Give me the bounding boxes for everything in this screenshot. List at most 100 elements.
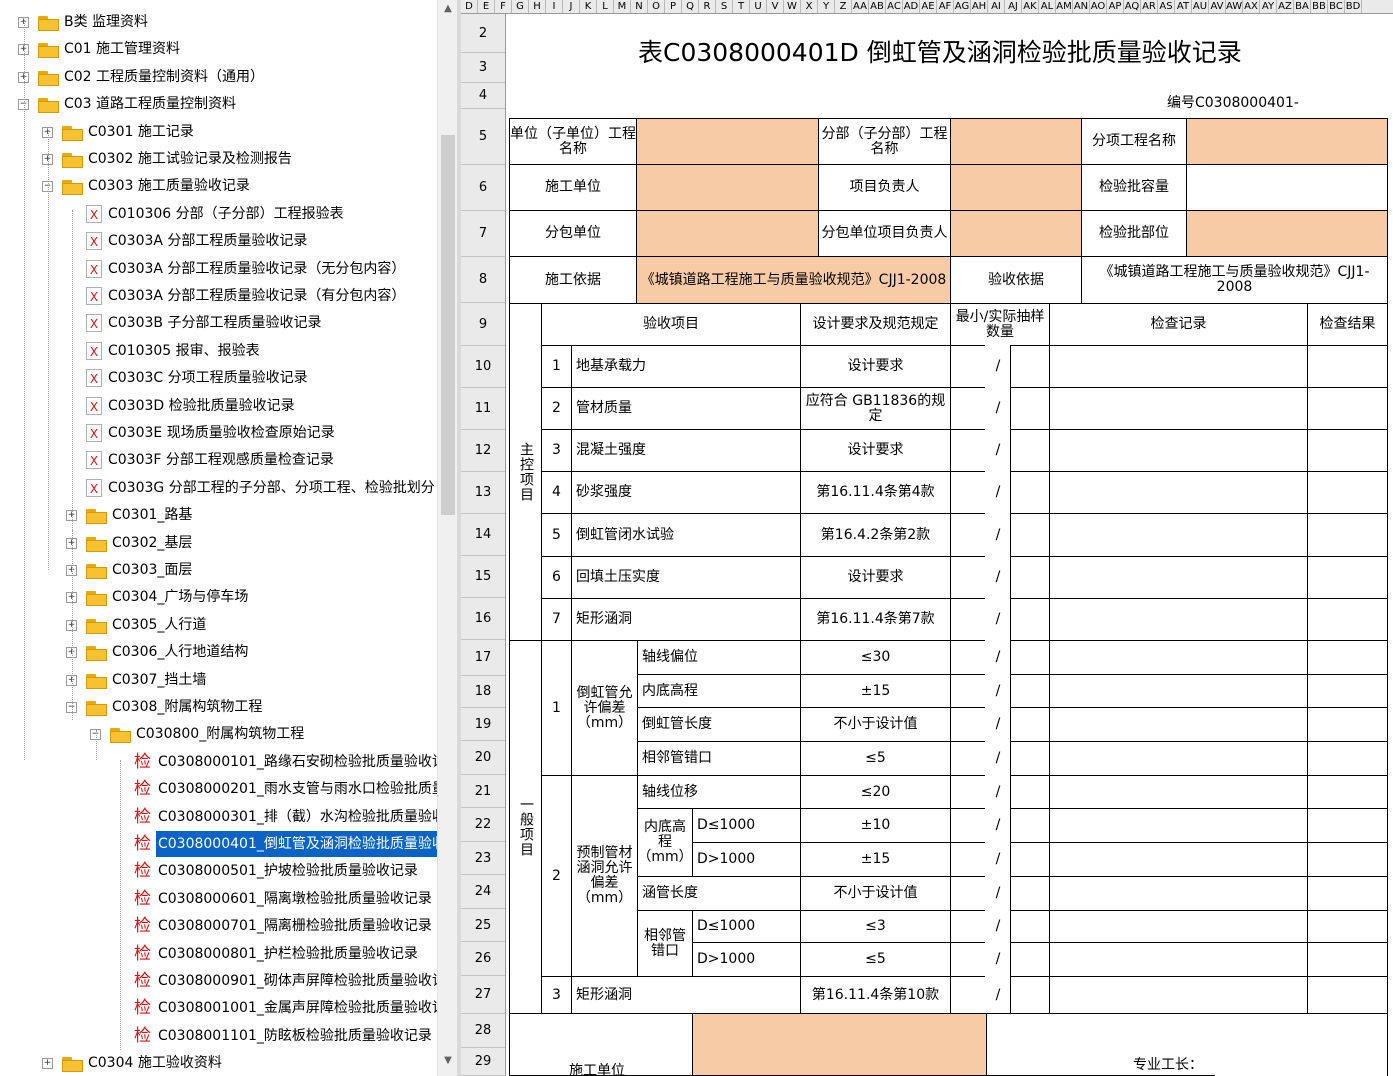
- check-result[interactable]: [1307, 640, 1388, 675]
- column-header-cell[interactable]: AN: [1073, 0, 1090, 13]
- row-header-cell[interactable]: 9: [461, 303, 505, 346]
- row-header-cell[interactable]: 13: [461, 472, 505, 514]
- row-header-cell[interactable]: 10: [461, 346, 505, 388]
- sample-min[interactable]: [950, 775, 986, 809]
- column-header-cell[interactable]: W: [784, 0, 801, 13]
- column-header-cell[interactable]: Q: [682, 0, 699, 13]
- sample-actual[interactable]: [1010, 513, 1050, 557]
- check-result[interactable]: [1307, 556, 1388, 599]
- row-header-cell[interactable]: 17: [461, 640, 505, 676]
- tree-item[interactable]: C0306_人行地道结构: [86, 639, 250, 665]
- column-header-cell[interactable]: AL: [1039, 0, 1056, 13]
- sample-min[interactable]: [950, 640, 986, 675]
- form-input[interactable]: [636, 118, 819, 165]
- scroll-up-icon[interactable]: ▲: [438, 0, 458, 18]
- tree-item[interactable]: X C0303A 分部工程质量验收记录: [86, 228, 309, 254]
- column-header-cell[interactable]: AH: [971, 0, 988, 13]
- check-record[interactable]: [1049, 513, 1308, 557]
- row-header-cell[interactable]: 28: [461, 1014, 505, 1048]
- column-header-cell[interactable]: AI: [988, 0, 1005, 13]
- tree-scrollbar[interactable]: ▲ ▼: [437, 0, 458, 1076]
- row-header-cell[interactable]: 20: [461, 741, 505, 775]
- tree-item[interactable]: C0302 施工试验记录及检测报告: [62, 146, 294, 172]
- check-record[interactable]: [1049, 775, 1308, 809]
- sample-actual[interactable]: [1010, 707, 1050, 742]
- column-header-cell[interactable]: AX: [1243, 0, 1260, 13]
- tree-item[interactable]: X C0303F 分部工程观感质量检查记录: [86, 447, 336, 473]
- tree-item[interactable]: 检 C0308000701_隔离栅检验批质量验收记录: [134, 913, 434, 939]
- check-result[interactable]: [1307, 876, 1388, 911]
- column-header-cell[interactable]: N: [631, 0, 648, 13]
- check-result[interactable]: [1307, 471, 1388, 514]
- sample-min[interactable]: [950, 842, 986, 877]
- row-header-cell[interactable]: 22: [461, 808, 505, 842]
- form-input[interactable]: [950, 164, 1082, 211]
- column-header-cell[interactable]: AO: [1090, 0, 1107, 13]
- tree-item[interactable]: C0308_附属构筑物工程: [86, 694, 264, 720]
- column-header-cell[interactable]: L: [597, 0, 614, 13]
- check-record[interactable]: [1049, 976, 1308, 1014]
- check-record[interactable]: [1049, 808, 1308, 843]
- column-header-cell[interactable]: AM: [1056, 0, 1073, 13]
- tree-item[interactable]: C0303 施工质量验收记录: [62, 173, 252, 199]
- sample-actual[interactable]: [1010, 942, 1050, 977]
- sample-actual[interactable]: [1010, 345, 1050, 388]
- row-header-cell[interactable]: 2: [461, 14, 505, 53]
- sample-min[interactable]: [950, 741, 986, 776]
- sample-min[interactable]: [950, 910, 986, 943]
- tree-item[interactable]: X C010306 分部（子分部）工程报验表: [86, 201, 346, 227]
- column-header-cell[interactable]: O: [648, 0, 665, 13]
- column-header-cell[interactable]: AY: [1260, 0, 1277, 13]
- sample-actual[interactable]: [1010, 741, 1050, 776]
- tree-item[interactable]: X C0303A 分部工程质量验收记录（有分包内容）: [86, 283, 407, 309]
- column-header-cell[interactable]: BD: [1345, 0, 1362, 13]
- column-header-cell[interactable]: AP: [1107, 0, 1124, 13]
- column-header-cell[interactable]: K: [580, 0, 597, 13]
- tree-item[interactable]: 检 C0308000901_砌体声屏障检验批质量验收记录: [134, 968, 437, 994]
- row-header-cell[interactable]: 8: [461, 257, 505, 303]
- tree-item[interactable]: X C0303E 现场质量验收检查原始记录: [86, 420, 337, 446]
- column-header-cell[interactable]: E: [478, 0, 495, 13]
- sample-min[interactable]: [950, 808, 986, 843]
- column-header-cell[interactable]: AG: [954, 0, 971, 13]
- column-header-cell[interactable]: AB: [869, 0, 886, 13]
- check-record[interactable]: [1049, 707, 1308, 742]
- column-header-cell[interactable]: AK: [1022, 0, 1039, 13]
- check-record[interactable]: [1049, 429, 1308, 472]
- check-result[interactable]: [1307, 741, 1388, 776]
- sample-actual[interactable]: [1010, 387, 1050, 430]
- column-header-cell[interactable]: AU: [1192, 0, 1209, 13]
- check-result[interactable]: [1307, 345, 1388, 388]
- column-header-cell[interactable]: AD: [903, 0, 920, 13]
- column-header-cell[interactable]: M: [614, 0, 631, 13]
- tree-item[interactable]: C0304_广场与停车场: [86, 584, 250, 610]
- form-input[interactable]: [950, 210, 1082, 257]
- form-input[interactable]: [1186, 164, 1388, 211]
- tree-panel[interactable]: + B类 监理资料 + C01 施工管理资料 + C02 工程质量控制资料（通用） − C03…: [0, 0, 437, 1076]
- row-header-cell[interactable]: 24: [461, 875, 505, 909]
- column-header-cell[interactable]: AJ: [1005, 0, 1022, 13]
- column-header-cell[interactable]: J: [563, 0, 580, 13]
- sample-min[interactable]: [950, 387, 986, 430]
- sample-actual[interactable]: [1010, 674, 1050, 708]
- tree-item[interactable]: C0302_基层: [86, 530, 194, 556]
- check-result[interactable]: [1307, 598, 1388, 641]
- column-header-cell[interactable]: X: [801, 0, 818, 13]
- column-header-cell[interactable]: AA: [852, 0, 869, 13]
- scroll-thumb[interactable]: [441, 135, 455, 515]
- tree-item[interactable]: C0303_面层: [86, 557, 194, 583]
- code-input[interactable]: [1307, 88, 1387, 116]
- check-result[interactable]: [1307, 842, 1388, 877]
- column-header-cell[interactable]: AC: [886, 0, 903, 13]
- column-header-cell[interactable]: H: [529, 0, 546, 13]
- sample-min[interactable]: [950, 707, 986, 742]
- tree-item[interactable]: C0305_人行道: [86, 612, 208, 638]
- check-record[interactable]: [1049, 598, 1308, 641]
- sample-min[interactable]: [950, 471, 986, 514]
- column-header-cell[interactable]: BC: [1328, 0, 1345, 13]
- tree-item[interactable]: C0301_路基: [86, 502, 194, 528]
- column-header-cell[interactable]: AQ: [1124, 0, 1141, 13]
- check-result[interactable]: [1307, 976, 1388, 1014]
- tree-item[interactable]: C02 工程质量控制资料（通用）: [38, 64, 266, 90]
- tree-item[interactable]: C0307_挡土墙: [86, 667, 208, 693]
